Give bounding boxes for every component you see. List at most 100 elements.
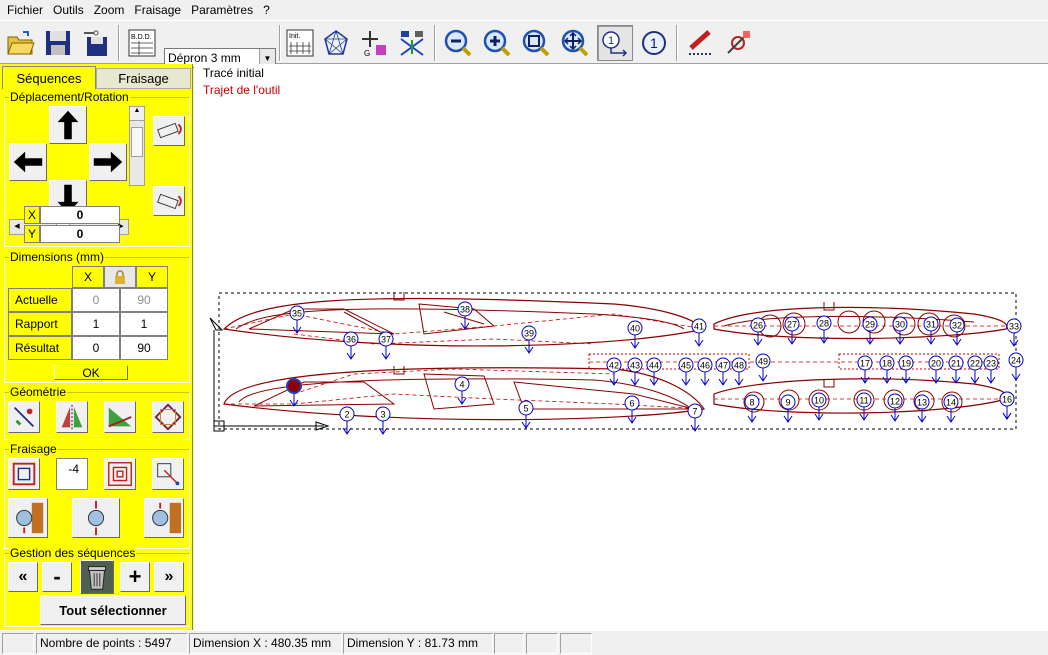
zoom-in-button[interactable]	[479, 25, 515, 61]
align-tool-button[interactable]	[8, 401, 40, 433]
sequence-marker[interactable]: 22	[967, 355, 983, 384]
mirror-button[interactable]	[56, 401, 88, 433]
offset-input[interactable]: -4	[56, 458, 88, 490]
sequence-marker[interactable]: 45	[678, 357, 694, 386]
sequence-marker[interactable]: 31	[923, 316, 939, 345]
sequence-marker[interactable]: 5	[518, 400, 534, 429]
sequence-marker[interactable]: 10	[811, 392, 827, 421]
sequence-marker[interactable]: 46	[697, 357, 713, 386]
sequence-number-button[interactable]: 1	[636, 25, 672, 61]
zoom-out-button[interactable]	[440, 25, 476, 61]
center-cut-button[interactable]	[72, 498, 120, 538]
save-as-button[interactable]	[78, 25, 114, 61]
sequence-marker[interactable]: 48	[731, 357, 747, 386]
zoom-fit-button[interactable]	[518, 25, 554, 61]
network-button[interactable]	[318, 25, 354, 61]
start-point-marker[interactable]	[286, 378, 302, 394]
dim-rapport-x-input[interactable]: 1	[72, 312, 120, 336]
sequence-marker[interactable]: 28	[816, 315, 832, 344]
x-offset-input[interactable]: 0	[40, 206, 120, 224]
scroll-left-icon[interactable]: ◀	[10, 220, 24, 234]
transform-button[interactable]	[394, 25, 430, 61]
sequence-marker[interactable]: 36	[343, 331, 359, 360]
dim-resultat-x-input[interactable]: 0	[72, 336, 120, 360]
rotate-ccw-button[interactable]	[153, 186, 185, 216]
sequence-marker[interactable]: 33	[1006, 318, 1022, 347]
remove-sequence-button[interactable]: -	[42, 562, 72, 592]
shear-button[interactable]	[104, 401, 136, 433]
sequence-marker[interactable]: 23	[983, 355, 999, 384]
node-edit-button[interactable]	[152, 458, 184, 490]
inner-offset-button[interactable]	[8, 458, 40, 490]
tab-fraisage[interactable]: Fraisage	[96, 68, 191, 89]
sequence-marker[interactable]: 4	[454, 376, 470, 405]
menu-help[interactable]: ?	[258, 0, 275, 20]
zoom-out-icon	[444, 29, 472, 57]
menu-zoom[interactable]: Zoom	[89, 0, 130, 20]
scroll-up-icon[interactable]: ▲	[130, 107, 144, 121]
y-offset-input[interactable]: 0	[40, 225, 120, 243]
rotate-shape-button[interactable]	[152, 401, 184, 433]
sequence-marker[interactable]: 11	[856, 392, 872, 421]
sequence-marker[interactable]: 40	[627, 320, 643, 349]
move-up-button[interactable]	[49, 106, 87, 144]
sequence-marker[interactable]: 47	[715, 357, 731, 386]
sequence-marker[interactable]: 16	[999, 391, 1015, 420]
zoom-pan-button[interactable]	[557, 25, 593, 61]
lock-ratio-button[interactable]	[104, 266, 136, 288]
sequence-marker[interactable]: 3	[375, 406, 391, 435]
select-all-button[interactable]: Tout sélectionner	[40, 595, 186, 625]
ok-button[interactable]: OK	[54, 365, 128, 380]
pocket-spiral-icon	[108, 462, 132, 486]
rotate-cw-button[interactable]	[153, 116, 185, 146]
scroll-thumb[interactable]	[131, 127, 143, 157]
marker-arrow-icon	[860, 370, 870, 384]
first-sequence-button[interactable]: «	[8, 562, 38, 592]
climb-cut-button[interactable]	[8, 498, 48, 538]
delete-sequence-button[interactable]	[80, 560, 114, 594]
sequence-marker[interactable]: 44	[646, 357, 662, 386]
open-file-button[interactable]	[2, 25, 38, 61]
init-button[interactable]: Init.	[282, 25, 318, 61]
mill-path-button[interactable]	[682, 25, 718, 61]
tab-sequences[interactable]: Séquences	[2, 66, 96, 89]
vertical-step-scrollbar[interactable]: ▲	[129, 106, 145, 186]
sequence-marker[interactable]: 37	[378, 331, 394, 360]
last-sequence-button[interactable]: »	[154, 562, 184, 592]
sequence-marker[interactable]: 49	[755, 353, 771, 382]
menu-fraisage[interactable]: Fraisage	[129, 0, 186, 20]
conventional-cut-button[interactable]	[144, 498, 184, 538]
sequence-marker[interactable]: 27	[784, 316, 800, 345]
marker-label: 47	[718, 361, 728, 371]
dim-rapport-y-input[interactable]: 1	[120, 312, 168, 336]
dim-resultat-y-input[interactable]: 90	[120, 336, 168, 360]
menu-outils[interactable]: Outils	[48, 0, 89, 20]
move-right-button[interactable]	[89, 143, 127, 181]
sequence-marker[interactable]: 41	[691, 318, 707, 347]
sequence-marker[interactable]: 42	[606, 357, 622, 386]
save-button[interactable]	[40, 25, 76, 61]
sequence-marker[interactable]: 29	[862, 316, 878, 345]
add-sequence-button[interactable]: +	[120, 562, 150, 592]
sequence-marker[interactable]: 32	[949, 317, 965, 346]
sequence-marker[interactable]: 24	[1008, 352, 1024, 381]
move-origin-button[interactable]: G	[356, 25, 392, 61]
sequence-marker[interactable]: 7	[687, 403, 703, 432]
sequence-marker[interactable]: 2	[339, 406, 355, 435]
tool-settings-button[interactable]	[720, 25, 756, 61]
drawing-canvas[interactable]: Tracé initial Trajet de l'outil 35 36 37 38…	[194, 64, 1048, 630]
menu-fichier[interactable]: Fichier	[2, 0, 48, 20]
sequence-marker[interactable]: 35	[289, 305, 305, 334]
sequence-marker[interactable]: 38	[457, 301, 473, 330]
menu-parametres[interactable]: Paramètres	[186, 0, 258, 20]
floppy-disk-icon	[46, 31, 70, 55]
sequence-marker[interactable]: 26	[750, 317, 766, 346]
marker-arrow-icon	[694, 333, 704, 347]
move-left-button[interactable]	[9, 143, 47, 181]
database-button[interactable]: B.D.D.	[124, 25, 160, 61]
trash-icon	[81, 561, 113, 593]
dimensions-title: Dimensions (mm)	[9, 250, 106, 264]
sequence-order-button[interactable]: 1	[597, 25, 633, 61]
pocket-button[interactable]	[104, 458, 136, 490]
sequence-marker[interactable]: 39	[521, 325, 537, 354]
